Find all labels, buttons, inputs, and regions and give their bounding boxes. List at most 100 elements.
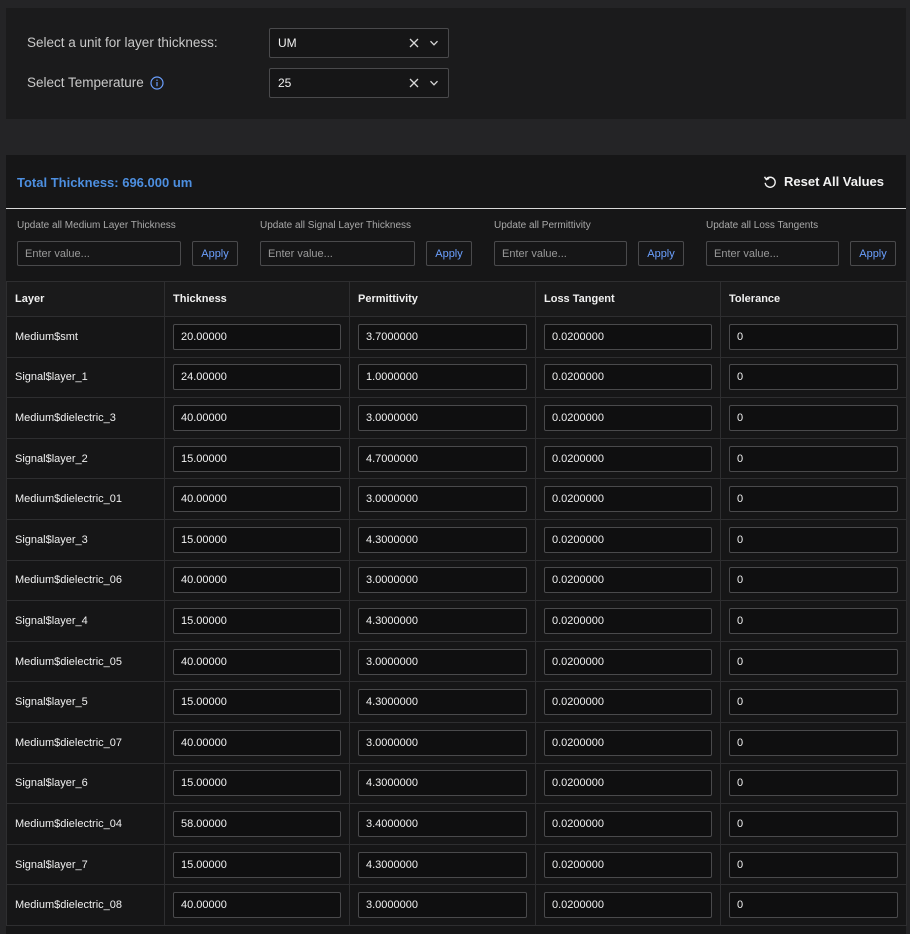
temperature-label-group: Select Temperature	[27, 75, 164, 90]
thickness-input[interactable]	[173, 648, 341, 675]
thickness-input[interactable]	[173, 770, 341, 797]
bulk-medium-thickness-input[interactable]	[17, 241, 181, 266]
permittivity-input[interactable]	[358, 689, 527, 716]
bulk-signal-thickness-input[interactable]	[260, 241, 415, 266]
loss-tangent-input[interactable]	[544, 486, 712, 513]
permittivity-input[interactable]	[358, 445, 527, 472]
layer-name-cell: Signal$layer_1	[6, 357, 165, 399]
reset-all-button[interactable]: Reset All Values	[763, 174, 884, 189]
thickness-input[interactable]	[173, 364, 341, 391]
bulk-loss-tangent-apply-button[interactable]: Apply	[850, 241, 896, 266]
thickness-input[interactable]	[173, 404, 341, 431]
permittivity-cell	[349, 560, 536, 602]
bulk-signal-thickness-apply-button[interactable]: Apply	[426, 241, 472, 266]
chevron-down-icon[interactable]	[429, 78, 439, 88]
loss-tangent-input[interactable]	[544, 689, 712, 716]
layers-table: Layer Thickness Permittivity Loss Tangen…	[6, 281, 907, 926]
bulk-medium-thickness-apply-button[interactable]: Apply	[192, 241, 238, 266]
tolerance-input[interactable]	[729, 526, 898, 553]
loss-tangent-input[interactable]	[544, 851, 712, 878]
tolerance-input[interactable]	[729, 851, 898, 878]
close-icon[interactable]	[409, 78, 419, 88]
table-row: Medium$dielectric_04	[6, 803, 907, 845]
loss-tangent-cell	[535, 478, 721, 520]
thickness-input[interactable]	[173, 892, 341, 919]
loss-tangent-input[interactable]	[544, 770, 712, 797]
tolerance-input[interactable]	[729, 892, 898, 919]
permittivity-cell	[349, 722, 536, 764]
thickness-input[interactable]	[173, 526, 341, 553]
permittivity-input[interactable]	[358, 607, 527, 634]
thickness-input[interactable]	[173, 851, 341, 878]
unit-select[interactable]: UM	[269, 28, 449, 58]
tolerance-input[interactable]	[729, 607, 898, 634]
permittivity-input[interactable]	[358, 770, 527, 797]
tolerance-input[interactable]	[729, 323, 898, 350]
bulk-permittivity-apply-button[interactable]: Apply	[638, 241, 684, 266]
loss-tangent-input[interactable]	[544, 729, 712, 756]
loss-tangent-input[interactable]	[544, 648, 712, 675]
layer-name-cell: Medium$smt	[6, 316, 165, 358]
permittivity-input[interactable]	[358, 526, 527, 553]
info-icon[interactable]	[150, 75, 164, 90]
tolerance-input[interactable]	[729, 689, 898, 716]
chevron-down-icon[interactable]	[429, 38, 439, 48]
stackup-header: Total Thickness: 696.000 um Reset All Va…	[6, 155, 906, 209]
temperature-select[interactable]: 25	[269, 68, 449, 98]
permittivity-input[interactable]	[358, 364, 527, 391]
tolerance-cell	[720, 519, 907, 561]
thickness-input[interactable]	[173, 810, 341, 837]
thickness-input[interactable]	[173, 689, 341, 716]
loss-tangent-input[interactable]	[544, 810, 712, 837]
permittivity-input[interactable]	[358, 648, 527, 675]
tolerance-input[interactable]	[729, 364, 898, 391]
thickness-input[interactable]	[173, 323, 341, 350]
permittivity-input[interactable]	[358, 567, 527, 594]
permittivity-input[interactable]	[358, 323, 527, 350]
loss-tangent-input[interactable]	[544, 323, 712, 350]
column-header-layer: Layer	[6, 281, 165, 317]
loss-tangent-input[interactable]	[544, 567, 712, 594]
tolerance-input[interactable]	[729, 729, 898, 756]
loss-tangent-input[interactable]	[544, 892, 712, 919]
thickness-cell	[164, 560, 350, 602]
total-thickness: Total Thickness: 696.000 um	[17, 175, 193, 190]
bulk-permittivity-label: Update all Permittivity	[494, 220, 591, 231]
permittivity-input[interactable]	[358, 404, 527, 431]
column-header-permittivity: Permittivity	[349, 281, 536, 317]
loss-tangent-input[interactable]	[544, 364, 712, 391]
table-row: Signal$layer_1	[6, 357, 907, 399]
thickness-input[interactable]	[173, 486, 341, 513]
tolerance-input[interactable]	[729, 648, 898, 675]
tolerance-input[interactable]	[729, 445, 898, 472]
thickness-cell	[164, 438, 350, 480]
tolerance-input[interactable]	[729, 486, 898, 513]
permittivity-input[interactable]	[358, 486, 527, 513]
table-row: Medium$dielectric_05	[6, 641, 907, 683]
permittivity-input[interactable]	[358, 729, 527, 756]
thickness-input[interactable]	[173, 567, 341, 594]
tolerance-input[interactable]	[729, 404, 898, 431]
loss-tangent-input[interactable]	[544, 526, 712, 553]
thickness-input[interactable]	[173, 445, 341, 472]
loss-tangent-input[interactable]	[544, 404, 712, 431]
thickness-cell	[164, 763, 350, 805]
loss-tangent-input[interactable]	[544, 445, 712, 472]
permittivity-input[interactable]	[358, 892, 527, 919]
bulk-permittivity-input[interactable]	[494, 241, 627, 266]
tolerance-cell	[720, 357, 907, 399]
column-header-tolerance: Tolerance	[720, 281, 907, 317]
bulk-loss-tangent-input[interactable]	[706, 241, 839, 266]
permittivity-input[interactable]	[358, 851, 527, 878]
table-row: Signal$layer_6	[6, 763, 907, 805]
tolerance-input[interactable]	[729, 770, 898, 797]
layer-name-cell: Medium$dielectric_3	[6, 397, 165, 439]
thickness-input[interactable]	[173, 729, 341, 756]
close-icon[interactable]	[409, 38, 419, 48]
tolerance-input[interactable]	[729, 810, 898, 837]
table-row: Medium$smt	[6, 316, 907, 358]
tolerance-input[interactable]	[729, 567, 898, 594]
thickness-input[interactable]	[173, 607, 341, 634]
loss-tangent-input[interactable]	[544, 607, 712, 634]
permittivity-input[interactable]	[358, 810, 527, 837]
